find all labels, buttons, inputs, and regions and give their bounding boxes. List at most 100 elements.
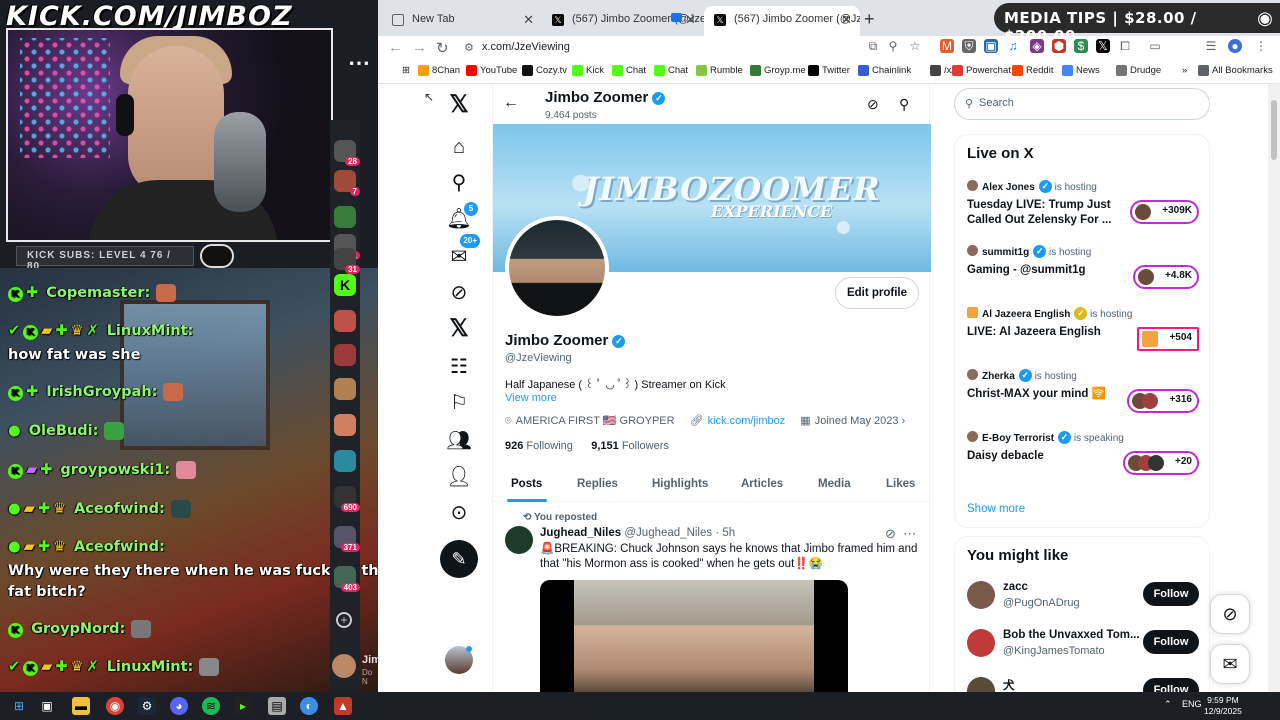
live-item[interactable]: summit1g ✓ is hosting Gaming - @summit1g … — [967, 245, 1199, 303]
discord-icon[interactable]: ◕ — [170, 697, 188, 715]
strip-app-icon[interactable] — [334, 310, 356, 332]
task-view-icon[interactable]: ▣ — [38, 697, 56, 715]
listener-pill[interactable]: +316 — [1127, 389, 1199, 413]
side-panel-icon[interactable]: ▭ — [1148, 39, 1162, 53]
close-tab-icon[interactable]: ✕ — [523, 12, 534, 28]
add-server-icon[interactable]: + — [336, 612, 352, 628]
follow-button[interactable]: Follow — [1143, 582, 1199, 606]
bookmark-star-icon[interactable]: ☆ — [908, 39, 922, 53]
grok-icon[interactable]: ⊘ — [444, 278, 474, 308]
bookmark-item[interactable]: Reddit — [1012, 65, 1053, 76]
premium-x-icon[interactable]: 𝕏 — [444, 314, 474, 344]
grok-icon[interactable]: ⊘ — [885, 526, 896, 541]
bookmark-item[interactable]: Chainlink — [858, 65, 911, 76]
extension-icon[interactable]: ◈ — [1030, 39, 1044, 53]
grok-icon[interactable]: ⊘ — [867, 96, 879, 113]
messages-float-icon[interactable]: ✉ — [1210, 644, 1250, 684]
extension-icon[interactable]: M — [940, 39, 954, 53]
tab-x-profile-active[interactable]: 𝕏 (567) Jimbo Zoomer (@JzeVie ✕ — [704, 6, 860, 36]
strip-app-icon[interactable]: 403 — [334, 566, 360, 592]
scrollbar-thumb[interactable] — [1271, 100, 1277, 160]
bookmarks-icon[interactable]: ⚐ — [444, 388, 474, 418]
audio-extension-icon[interactable]: ♫ — [1006, 39, 1020, 53]
close-tab-icon[interactable]: ✕ — [685, 12, 696, 28]
kick-app-icon[interactable]: K — [334, 274, 356, 296]
more-dots-icon[interactable]: ⋯ — [348, 50, 370, 76]
more-circle-icon[interactable]: ⊙ — [444, 498, 474, 528]
view-more-link[interactable]: View more — [505, 392, 557, 404]
tab-new-tab[interactable]: New Tab ✕ — [382, 6, 542, 36]
live-item[interactable]: Al Jazeera English ✓ is hosting LIVE: Al … — [967, 307, 1199, 365]
bookmark-item[interactable]: Powerchat — [952, 65, 1011, 76]
show-more-link[interactable]: Show more — [967, 503, 1025, 515]
browser-menu-icon[interactable]: ⋮ — [1254, 39, 1268, 53]
steam-icon[interactable]: ⚙ — [138, 697, 156, 715]
chevron-right-icon[interactable]: › — [902, 415, 906, 427]
terminal-icon[interactable]: ▸ — [234, 697, 252, 715]
chat-username[interactable]: GroypNord: — [31, 621, 125, 637]
followers-link[interactable]: 9,151 Followers — [591, 440, 669, 452]
downloads-icon[interactable]: ☰ — [1204, 39, 1218, 53]
chat-username[interactable]: LinuxMint: — [107, 659, 194, 675]
app-icon[interactable]: ▲ — [334, 697, 352, 715]
home-icon[interactable]: ⌂ — [444, 132, 474, 162]
bookmark-item[interactable]: Chat — [612, 65, 646, 76]
strip-user[interactable]: Jim Do N — [330, 650, 378, 690]
strip-app-icon[interactable] — [334, 378, 356, 400]
extension-icon[interactable]: $ — [1074, 39, 1088, 53]
extension-icon[interactable]: ▣ — [984, 39, 998, 53]
bookmark-item[interactable]: Rumble — [696, 65, 743, 76]
bookmark-item[interactable]: YouTube — [466, 65, 517, 76]
bookmark-item[interactable]: Kick — [572, 65, 604, 76]
apps-grid-icon[interactable]: ⊞ — [388, 65, 410, 76]
x-logo-icon[interactable]: 𝕏 — [444, 90, 474, 120]
listener-pill[interactable]: +4.8K — [1133, 265, 1199, 289]
live-item[interactable]: Zherka ✓ is hosting Christ-MAX your mind … — [967, 369, 1199, 427]
following-link[interactable]: 926 Following — [505, 440, 573, 452]
extension-icon[interactable]: ⬢ — [1052, 39, 1066, 53]
address-bar[interactable]: ⚙ x.com/JzeViewing — [460, 37, 926, 59]
tray-chevron-icon[interactable]: ⌃ — [1164, 699, 1172, 710]
live-item[interactable]: E-Boy Terrorist ✓ is speaking Daisy debac… — [967, 431, 1199, 489]
search-icon[interactable]: ⚲ — [899, 96, 909, 113]
back-arrow-icon[interactable]: ← — [503, 94, 519, 112]
profile-website-link[interactable]: kick.com/jimboz — [708, 415, 786, 427]
bookmark-item[interactable]: Twitter — [808, 65, 850, 76]
tweet-author-avatar[interactable] — [505, 526, 533, 554]
strip-app-icon[interactable]: 28 — [334, 140, 360, 166]
messages-mail-icon[interactable]: ✉ 20+ — [444, 234, 480, 272]
more-bookmarks-chevron-icon[interactable]: » — [1168, 65, 1187, 76]
app-icon[interactable]: ◐ — [300, 697, 318, 715]
live-item[interactable]: Alex Jones ✓ is hosting Tuesday LIVE: Tru… — [967, 180, 1199, 238]
listener-pill[interactable]: +20 — [1123, 451, 1199, 475]
tab-highlights[interactable]: Highlights — [652, 478, 708, 490]
chat-username[interactable]: IrishGroypah: — [46, 384, 157, 400]
tab-likes[interactable]: Likes — [886, 478, 915, 490]
listener-pill[interactable]: +504 — [1137, 327, 1199, 351]
page-scrollbar[interactable] — [1268, 84, 1280, 692]
close-tab-icon[interactable]: ✕ — [841, 12, 852, 28]
system-clock[interactable]: 9:59 PM 12/9/2025 — [1204, 695, 1242, 717]
notepad-icon[interactable]: ▤ — [268, 697, 286, 715]
reload-icon[interactable]: ↻ — [436, 39, 449, 57]
chrome-icon[interactable]: ◉ — [106, 697, 124, 715]
tweet-author-name[interactable]: Jughead_Niles — [540, 527, 621, 539]
strip-app-icon[interactable]: 7 — [334, 170, 360, 196]
tweet-media-image[interactable] — [540, 580, 848, 692]
new-tab-button[interactable]: + — [864, 9, 875, 30]
bookmark-item[interactable]: 8Chan — [418, 65, 460, 76]
tab-media[interactable]: Media — [818, 478, 851, 490]
compose-post-button[interactable]: ✎ — [440, 540, 478, 578]
suggested-user[interactable]: Bob the Unvaxxed Tom... @KingJamesTomato… — [967, 627, 1199, 667]
tab-posts[interactable]: Posts — [511, 478, 542, 490]
zoom-icon[interactable]: ⚲ — [886, 39, 900, 53]
notifications-bell-icon[interactable]: 🔔︎ 5 — [444, 202, 478, 234]
bookmark-item[interactable]: Cozy.tv — [522, 65, 567, 76]
more-options-icon[interactable]: ⋯ — [903, 526, 916, 541]
tab-replies[interactable]: Replies — [577, 478, 618, 490]
strip-app-icon[interactable] — [334, 450, 356, 472]
suggested-user[interactable]: zacc @PugOnADrug Follow — [967, 579, 1199, 619]
edit-profile-button[interactable]: Edit profile — [835, 277, 919, 309]
bookmark-item[interactable]: Drudge — [1116, 65, 1161, 76]
input-language[interactable]: ENG — [1182, 699, 1202, 709]
